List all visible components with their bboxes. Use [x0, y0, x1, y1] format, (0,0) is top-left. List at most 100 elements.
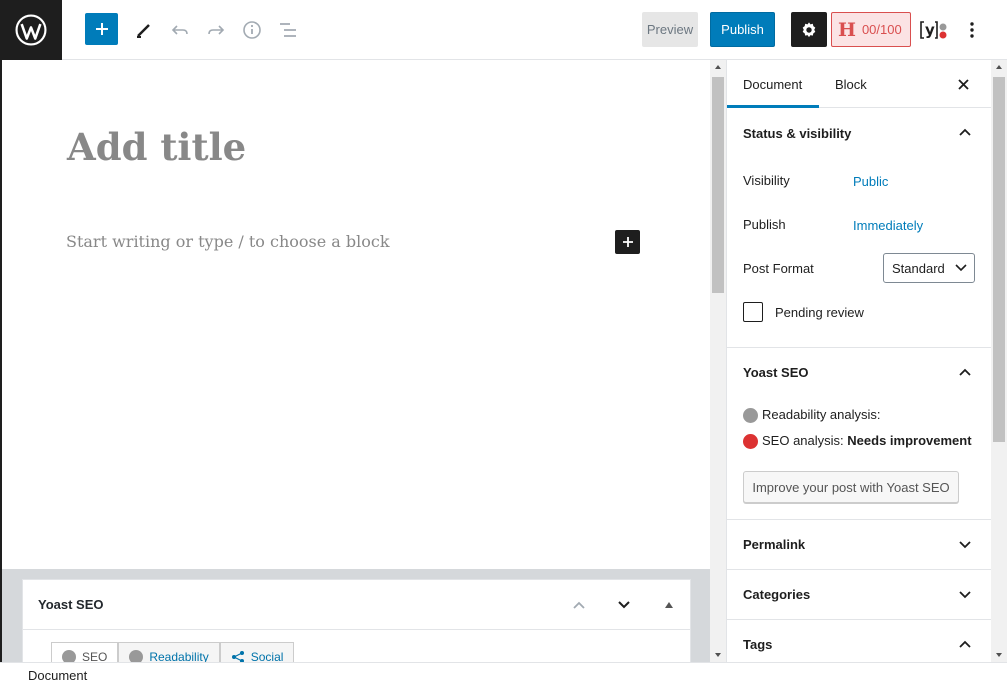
tools-button[interactable] [127, 13, 161, 47]
sidebar-panels: Permalink Categories Tags [727, 519, 991, 662]
move-down-button[interactable] [613, 594, 635, 616]
close-sidebar-button[interactable] [953, 74, 973, 94]
tab-seo-label: SEO [82, 649, 108, 663]
tab-block[interactable]: Block [835, 60, 867, 108]
tab-readability[interactable]: Readability [118, 642, 220, 663]
seo-score-button[interactable]: H 00/100 [831, 12, 911, 47]
yoast-metabox-header[interactable]: Yoast SEO [23, 580, 690, 630]
block-navigation-button[interactable] [271, 13, 305, 47]
add-block-button[interactable] [85, 13, 118, 45]
metabox-title: Yoast SEO [38, 597, 104, 612]
sidebar-scrollbar[interactable] [991, 60, 1007, 662]
close-icon [957, 78, 969, 90]
tab-readability-label: Readability [149, 649, 209, 663]
editor-scrollbar[interactable] [710, 60, 726, 662]
metabox-area: Yoast SEO SEO Readability Social [2, 569, 710, 662]
tab-block-label: Block [835, 76, 867, 92]
chevron-up-icon [959, 128, 971, 136]
plus-icon [95, 23, 108, 35]
redo-icon [208, 25, 225, 35]
tab-social[interactable]: Social [219, 642, 295, 663]
pending-review-label: Pending review [775, 305, 864, 320]
seo-analysis-label: SEO analysis: [762, 433, 844, 448]
panel-title: Categories [743, 587, 811, 602]
svg-text:y: y [925, 21, 935, 39]
editor-toolbar: Preview Publish H 00/100 y [0, 0, 1007, 60]
post-title-input[interactable]: Add title [67, 125, 246, 169]
categories-panel-toggle[interactable]: Categories [727, 569, 991, 619]
panel-title: Permalink [743, 537, 806, 552]
post-format-value: Standard [892, 260, 945, 276]
preview-button[interactable]: Preview [642, 12, 698, 47]
permalink-panel-toggle[interactable]: Permalink [727, 519, 991, 569]
seo-analysis-status: Needs improvement [847, 433, 972, 448]
settings-sidebar: Document Block Status & visibility Visib… [726, 60, 991, 662]
editor-canvas: Add title Start writing or type / to cho… [0, 60, 710, 662]
default-block-appender[interactable]: Start writing or type / to choose a bloc… [66, 232, 390, 251]
readability-analysis[interactable]: Readability analysis: [743, 407, 881, 424]
seo-score-value: 00/100 [861, 22, 902, 37]
tags-panel-toggle[interactable]: Tags [727, 619, 991, 662]
chevron-down-icon [959, 541, 971, 549]
pencil-icon [137, 24, 150, 38]
more-options-button[interactable] [960, 12, 984, 47]
post-format-label: Post Format [743, 261, 814, 276]
status-visibility-panel: Status & visibility Visibility Public Pu… [727, 108, 991, 347]
yoast-metabox-tabs: SEO Readability Social [51, 642, 295, 663]
undo-icon [171, 25, 188, 35]
undo-button[interactable] [163, 13, 197, 47]
wordpress-logo-icon[interactable] [0, 0, 62, 60]
chevron-down-icon [618, 601, 630, 609]
scroll-down-arrow-icon[interactable] [991, 648, 1007, 662]
yoast-logo-icon: y [920, 21, 947, 39]
tab-document[interactable]: Document [727, 60, 819, 108]
plus-icon [622, 237, 633, 247]
yoast-metabox: Yoast SEO SEO Readability Social [22, 579, 691, 662]
seo-score-dot-icon [62, 649, 76, 662]
visibility-label: Visibility [743, 173, 790, 188]
publish-label: Publish [743, 217, 786, 232]
sad-face-icon [743, 434, 758, 450]
wordpress-w-icon [15, 14, 47, 46]
share-icon [231, 650, 244, 662]
scroll-up-arrow-icon[interactable] [710, 60, 726, 74]
yoast-sidebar-button[interactable]: y [918, 12, 952, 47]
sidebar-tabs: Document Block [727, 60, 991, 108]
scroll-up-arrow-icon[interactable] [991, 60, 1007, 74]
publish-button[interactable]: Publish [710, 12, 775, 47]
readability-status-icon [743, 408, 758, 424]
chevron-up-icon [959, 640, 971, 648]
improve-post-button[interactable]: Improve your post with Yoast SEO [743, 471, 959, 503]
headline-score-icon: H [838, 18, 856, 41]
status-visibility-toggle[interactable]: Status & visibility [727, 108, 991, 158]
tab-social-label: Social [250, 649, 284, 663]
inline-add-block-button[interactable] [615, 230, 640, 254]
settings-button[interactable] [791, 12, 827, 47]
scroll-down-arrow-icon[interactable] [710, 648, 726, 662]
block-breadcrumb: Document [0, 662, 1007, 687]
toggle-panel-button[interactable] [658, 594, 680, 616]
panel-title: Tags [743, 637, 773, 652]
readability-score-dot-icon [129, 649, 144, 662]
redo-button[interactable] [199, 13, 233, 47]
pending-review-checkbox[interactable] [743, 302, 763, 322]
seo-analysis[interactable]: SEO analysis: Needs improvement [743, 433, 972, 450]
info-icon [243, 21, 261, 39]
content-info-button[interactable] [235, 13, 269, 47]
move-up-button[interactable] [568, 594, 590, 616]
post-format-select[interactable]: Standard [883, 253, 975, 283]
breadcrumb-document[interactable]: Document [28, 668, 87, 683]
editor-scrollbar-thumb[interactable] [712, 77, 724, 293]
panel-title: Status & visibility [743, 125, 852, 141]
publish-date-toggle[interactable]: Immediately [853, 218, 923, 233]
chevron-down-icon [955, 264, 967, 272]
tab-seo[interactable]: SEO [51, 642, 119, 663]
list-view-icon [280, 23, 296, 37]
yoast-seo-panel: Yoast SEO Readability analysis: SEO anal… [727, 347, 991, 519]
visibility-toggle[interactable]: Public [853, 174, 888, 189]
readability-label: Readability analysis: [762, 407, 881, 422]
sidebar-scrollbar-thumb[interactable] [993, 77, 1005, 442]
tab-document-label: Document [743, 76, 803, 92]
yoast-seo-toggle[interactable]: Yoast SEO [727, 347, 991, 397]
chevron-down-icon [959, 591, 971, 599]
